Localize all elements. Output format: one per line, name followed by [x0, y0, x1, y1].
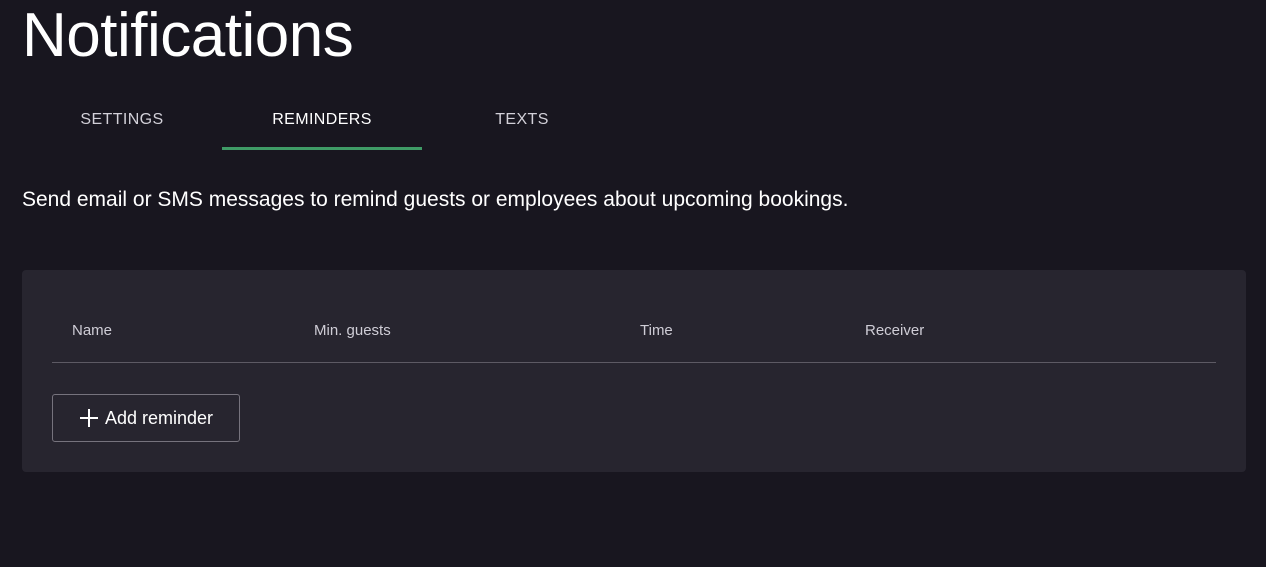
page-description: Send email or SMS messages to remind gue… — [22, 188, 849, 211]
add-reminder-label: Add reminder — [105, 407, 214, 428]
column-header-time: Time — [640, 322, 673, 339]
reminders-card: Name Min. guests Time Receiver Add remin… — [22, 270, 1246, 472]
plus-icon — [79, 408, 99, 428]
tab-texts[interactable]: TEXTS — [422, 98, 622, 150]
tab-bar: SETTINGS REMINDERS TEXTS — [22, 98, 622, 150]
column-header-min-guests: Min. guests — [314, 322, 391, 339]
add-reminder-button[interactable]: Add reminder — [52, 394, 240, 442]
column-header-receiver: Receiver — [865, 322, 925, 339]
tab-reminders[interactable]: REMINDERS — [222, 98, 422, 150]
page-title: Notifications — [22, 1, 354, 70]
tab-settings[interactable]: SETTINGS — [22, 98, 222, 150]
reminders-table-header: Name Min. guests Time Receiver — [52, 270, 1216, 363]
column-header-name: Name — [72, 322, 113, 339]
